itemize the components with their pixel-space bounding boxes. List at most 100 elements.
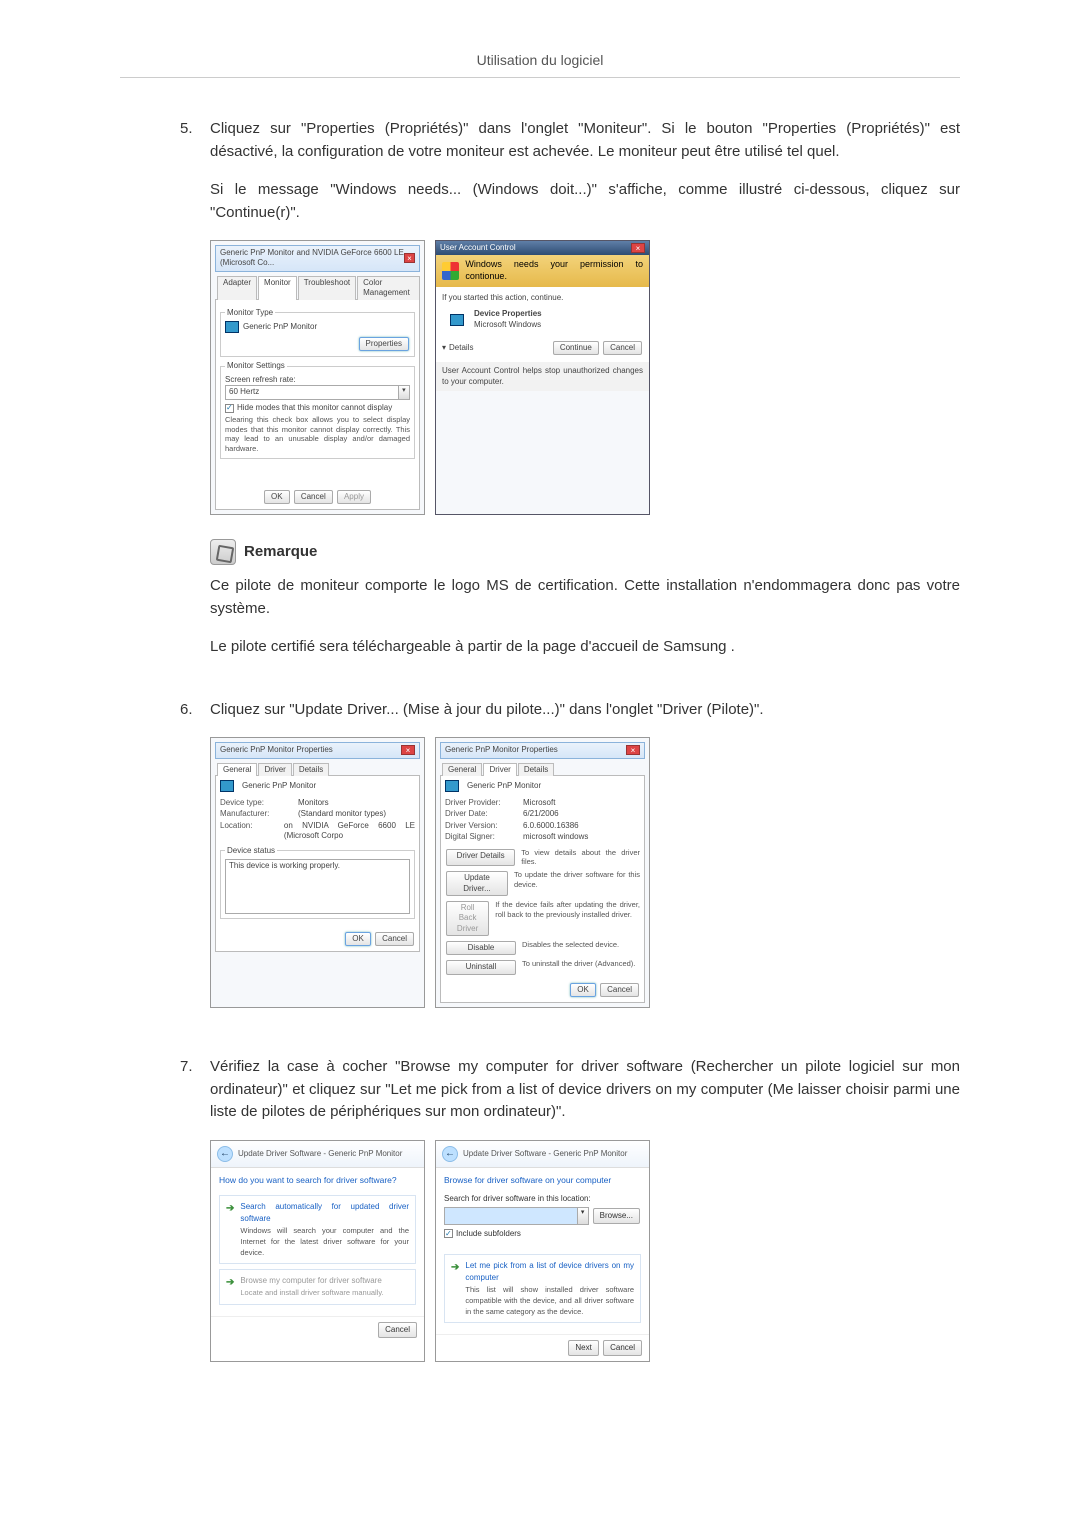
uac-instruction: If you started this action, continue. — [442, 293, 643, 303]
step-6-number: 6. — [180, 699, 210, 1032]
version-value: 6.0.6000.16386 — [523, 821, 579, 831]
tab-strip: Adapter Monitor Troubleshoot Color Manag… — [215, 274, 420, 300]
device-name: Generic PnP Monitor — [242, 781, 316, 791]
driver-details-button[interactable]: Driver Details — [446, 849, 515, 867]
back-icon[interactable]: ← — [442, 1146, 458, 1162]
close-icon[interactable]: × — [631, 243, 645, 253]
date-label: Driver Date: — [445, 809, 515, 819]
tab-details[interactable]: Details — [518, 763, 554, 776]
hide-modes-desc: Clearing this check box allows you to se… — [225, 415, 410, 454]
uac-dialog: User Account Control × Windows needs you… — [435, 240, 650, 515]
device-status-legend: Device status — [225, 846, 277, 856]
uac-banner: Windows needs your permission to contion… — [436, 255, 649, 286]
monitor-icon — [445, 780, 459, 792]
tab-driver[interactable]: Driver — [258, 763, 291, 776]
location-select[interactable]: ▾ — [444, 1207, 589, 1225]
monitor-type-group: Monitor Type Generic PnP Monitor Propert… — [220, 308, 415, 358]
properties-button[interactable]: Properties — [359, 337, 409, 351]
remark-heading: Remarque — [210, 539, 960, 565]
ok-button[interactable]: OK — [570, 983, 596, 997]
rollback-driver-desc: If the device fails after updating the d… — [495, 900, 640, 937]
next-button[interactable]: Next — [568, 1340, 598, 1356]
option-desc: Windows will search your computer and th… — [240, 1225, 409, 1259]
device-props-driver-dialog: Generic PnP Monitor Properties × General… — [435, 737, 650, 1008]
monitor-type-legend: Monitor Type — [225, 308, 275, 318]
window-titlebar: Generic PnP Monitor Properties × — [215, 742, 420, 758]
wizard-heading: How do you want to search for driver sof… — [219, 1174, 416, 1187]
close-icon[interactable]: × — [626, 745, 640, 755]
update-driver-search-dialog: ← Update Driver Software - Generic PnP M… — [210, 1140, 425, 1363]
arrow-icon: ➔ — [226, 1201, 234, 1216]
provider-label: Driver Provider: — [445, 798, 515, 808]
uac-message: Windows needs your permission to contion… — [465, 259, 643, 282]
tab-monitor[interactable]: Monitor — [258, 276, 297, 300]
cancel-button[interactable]: Cancel — [375, 932, 414, 946]
signer-value: microsoft windows — [523, 832, 588, 842]
cancel-button[interactable]: Cancel — [603, 1340, 642, 1356]
include-subfolders-checkbox[interactable]: Include subfolders — [444, 1228, 641, 1240]
hide-modes-label: Hide modes that this monitor cannot disp… — [237, 403, 392, 413]
option-title: Browse my computer for driver software — [240, 1275, 383, 1287]
arrow-icon: ➔ — [451, 1260, 459, 1275]
window-titlebar: Generic PnP Monitor and NVIDIA GeForce 6… — [215, 245, 420, 272]
program-icon — [450, 314, 464, 326]
browse-button[interactable]: Browse... — [593, 1208, 640, 1224]
disable-button[interactable]: Disable — [446, 941, 516, 955]
option-search-auto[interactable]: ➔ Search automatically for updated drive… — [219, 1195, 416, 1265]
checkbox-icon — [225, 404, 234, 413]
option-browse-computer[interactable]: ➔ Browse my computer for driver software… — [219, 1269, 416, 1304]
content: 5. Cliquez sur "Properties (Propriétés)"… — [120, 118, 960, 1386]
page-header: Utilisation du logiciel — [120, 50, 960, 78]
location-label: Location: — [220, 821, 276, 842]
disable-desc: Disables the selected device. — [522, 940, 619, 956]
step-6-text: Cliquez sur "Update Driver... (Mise à jo… — [210, 699, 960, 722]
hide-modes-checkbox[interactable]: Hide modes that this monitor cannot disp… — [225, 403, 410, 413]
driver-details-desc: To view details about the driver files. — [521, 848, 640, 868]
ok-button[interactable]: OK — [264, 490, 290, 504]
cancel-button[interactable]: Cancel — [600, 983, 639, 997]
cancel-button[interactable]: Cancel — [294, 490, 333, 504]
refresh-rate-select[interactable]: 60 Hertz ▾ — [225, 385, 410, 399]
remark-label: Remarque — [244, 541, 317, 564]
details-toggle[interactable]: Details — [449, 343, 473, 353]
step-7-text: Vérifiez la case à cocher "Browse my com… — [210, 1056, 960, 1124]
cancel-button[interactable]: Cancel — [603, 341, 642, 355]
tab-general[interactable]: General — [217, 763, 257, 776]
breadcrumb-text: Update Driver Software - Generic PnP Mon… — [463, 1148, 627, 1160]
uninstall-desc: To uninstall the driver (Advanced). — [522, 959, 635, 975]
location-value: on NVIDIA GeForce 6600 LE (Microsoft Cor… — [284, 821, 415, 842]
option-desc: Locate and install driver software manua… — [240, 1287, 383, 1298]
manufacturer-label: Manufacturer: — [220, 809, 290, 819]
tab-troubleshoot[interactable]: Troubleshoot — [298, 276, 356, 300]
option-title: Search automatically for updated driver … — [240, 1201, 409, 1225]
device-status-group: Device status This device is working pro… — [220, 846, 415, 919]
window-title: Generic PnP Monitor Properties — [220, 745, 333, 755]
header-title: Utilisation du logiciel — [477, 52, 604, 68]
uninstall-button[interactable]: Uninstall — [446, 960, 516, 974]
back-icon[interactable]: ← — [217, 1146, 233, 1162]
close-icon[interactable]: × — [404, 253, 415, 263]
device-status-text: This device is working properly. — [225, 859, 410, 914]
device-name: Generic PnP Monitor — [467, 781, 541, 791]
refresh-rate-label: Screen refresh rate: — [225, 375, 410, 385]
ok-button[interactable]: OK — [345, 932, 371, 946]
window-title: User Account Control — [440, 243, 516, 253]
tab-general[interactable]: General — [442, 763, 482, 776]
uac-footer: User Account Control helps stop unauthor… — [436, 362, 649, 391]
continue-button[interactable]: Continue — [553, 341, 599, 355]
tab-details[interactable]: Details — [293, 763, 329, 776]
refresh-rate-value: 60 Hertz — [225, 385, 399, 399]
apply-button[interactable]: Apply — [337, 490, 371, 504]
monitor-properties-dialog: Generic PnP Monitor and NVIDIA GeForce 6… — [210, 240, 425, 515]
close-icon[interactable]: × — [401, 745, 415, 755]
tab-colormgmt[interactable]: Color Management — [357, 276, 420, 300]
monitor-settings-legend: Monitor Settings — [225, 361, 287, 371]
update-driver-button[interactable]: Update Driver... — [446, 871, 508, 896]
tab-adapter[interactable]: Adapter — [217, 276, 257, 300]
option-pick-from-list[interactable]: ➔ Let me pick from a list of device driv… — [444, 1254, 641, 1324]
option-desc: This list will show installed driver sof… — [465, 1284, 634, 1318]
cancel-button[interactable]: Cancel — [378, 1322, 417, 1338]
rollback-driver-button[interactable]: Roll Back Driver — [446, 901, 489, 936]
tab-driver[interactable]: Driver — [483, 763, 516, 776]
window-titlebar: Generic PnP Monitor Properties × — [440, 742, 645, 758]
